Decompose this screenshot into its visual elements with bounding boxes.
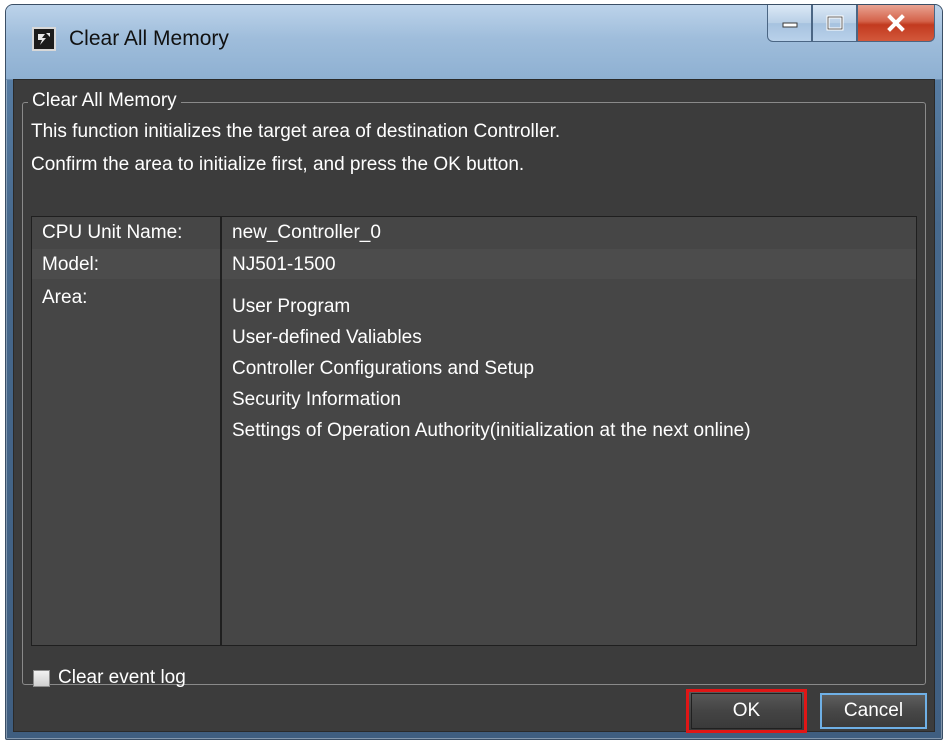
clear-event-log-checkbox[interactable]	[33, 669, 50, 687]
group-title: Clear All Memory	[28, 90, 181, 112]
area-label: Area:	[42, 287, 88, 308]
model-value: NJ501-1500	[232, 254, 336, 275]
area-list: User Program User-defined Valiables Cont…	[232, 291, 751, 446]
minimize-button[interactable]	[767, 5, 812, 42]
ok-button-label: OK	[691, 693, 802, 729]
dialog-body: Clear All Memory This function initializ…	[13, 79, 935, 733]
close-button[interactable]	[857, 5, 935, 42]
area-item: Controller Configurations and Setup	[232, 358, 535, 379]
cpu-unit-name-value: new_Controller_0	[232, 222, 381, 243]
description-line-1: This function initializes the target are…	[31, 121, 561, 142]
model-row-background	[32, 249, 916, 279]
maximize-icon	[826, 15, 843, 31]
area-item: User Program	[232, 296, 351, 317]
clear-event-log-option[interactable]: Clear event log	[33, 667, 186, 689]
column-divider	[220, 217, 222, 645]
minimize-icon	[782, 22, 797, 28]
window-title: Clear All Memory	[69, 27, 229, 50]
window-controls	[767, 5, 935, 42]
description-line-2: Confirm the area to initialize first, an…	[31, 154, 525, 175]
close-icon	[887, 14, 905, 32]
model-label: Model:	[42, 254, 100, 275]
area-item: Settings of Operation Authority(initiali…	[232, 420, 751, 441]
area-item: User-defined Valiables	[232, 327, 422, 348]
app-icon	[32, 27, 56, 51]
title-bar[interactable]: Clear All Memory	[6, 5, 942, 80]
dialog-window: Clear All Memory Clear All Memory This f…	[5, 4, 943, 740]
clear-all-memory-group: Clear All Memory This function initializ…	[22, 90, 926, 688]
target-info-table: CPU Unit Name: new_Controller_0 Model: N…	[31, 216, 917, 646]
clear-event-log-label: Clear event log	[58, 667, 186, 688]
ok-button[interactable]: OK	[686, 689, 807, 733]
cancel-button[interactable]: Cancel	[820, 693, 927, 729]
cpu-unit-name-label: CPU Unit Name:	[42, 222, 183, 243]
area-item: Security Information	[232, 389, 401, 410]
maximize-button[interactable]	[812, 5, 857, 42]
